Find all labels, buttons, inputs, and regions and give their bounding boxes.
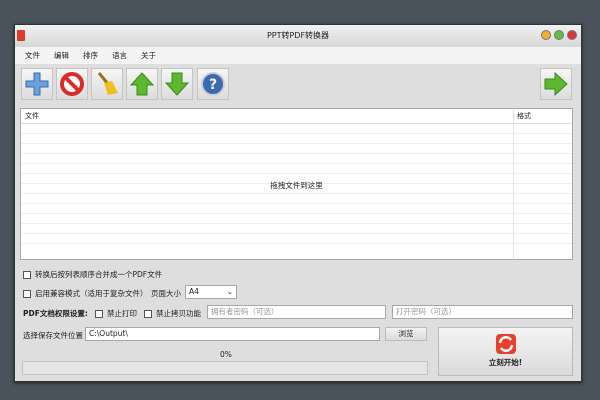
no-copy-checkbox[interactable] — [144, 309, 152, 318]
add-icon — [25, 72, 49, 96]
page-size-select[interactable]: A4 ⌄ — [185, 285, 237, 299]
move-down-button[interactable] — [161, 68, 193, 100]
output-location-label: 选择保存文件位置 — [23, 331, 83, 340]
arrow-up-icon — [129, 72, 155, 96]
app-window: PPT转PDF转换器 文件 编辑 排序 语言 关于 ? 文件 格式 拖拽文件到这… — [14, 24, 582, 382]
menu-edit[interactable]: 编辑 — [54, 47, 69, 64]
browse-button[interactable]: 浏览 — [385, 327, 427, 341]
compat-label: 启用兼容模式（适用于复杂文件） — [35, 289, 148, 298]
compat-checkbox[interactable] — [23, 289, 31, 298]
menu-sort[interactable]: 排序 — [83, 47, 98, 64]
column-file[interactable]: 文件 — [25, 109, 39, 124]
window-title: PPT转PDF转换器 — [266, 31, 330, 40]
no-copy-option[interactable]: 禁止拷贝功能 — [144, 308, 201, 319]
merge-label: 转换后按列表顺序合并成一个PDF文件 — [35, 270, 163, 279]
progress-text: 0% — [220, 350, 232, 359]
add-button[interactable] — [21, 68, 53, 100]
progress-bar — [22, 361, 428, 375]
page-size-label: 页面大小 — [151, 289, 181, 298]
no-print-option[interactable]: 禁止打印 — [95, 308, 137, 319]
broom-icon — [97, 72, 118, 95]
merge-checkbox[interactable] — [23, 270, 31, 279]
svg-text:?: ? — [209, 77, 217, 93]
maximize-button[interactable] — [554, 30, 564, 40]
arrow-right-icon — [544, 71, 568, 97]
merge-option[interactable]: 转换后按列表顺序合并成一个PDF文件 — [23, 269, 162, 280]
clear-button[interactable] — [91, 68, 123, 100]
app-icon — [17, 30, 25, 41]
permission-label: PDF文档权限设置: — [23, 309, 88, 318]
owner-password-input[interactable]: 拥有者密码（可选） — [207, 305, 386, 319]
no-copy-label: 禁止拷贝功能 — [156, 309, 201, 318]
chevron-down-icon: ⌄ — [226, 287, 233, 296]
menu-about[interactable]: 关于 — [141, 47, 156, 64]
move-up-button[interactable] — [126, 68, 158, 100]
close-button[interactable] — [567, 30, 577, 40]
remove-button[interactable] — [56, 68, 88, 100]
remove-icon — [60, 72, 84, 96]
arrow-down-icon — [164, 72, 190, 96]
output-path-input[interactable]: C:\Output\ — [85, 327, 380, 341]
toolbar: ? — [15, 64, 581, 104]
compat-option[interactable]: 启用兼容模式（适用于复杂文件） — [23, 288, 148, 299]
column-format[interactable]: 格式 — [517, 109, 531, 124]
convert-next-button[interactable] — [540, 68, 572, 100]
no-print-checkbox[interactable] — [95, 309, 103, 318]
refresh-icon — [495, 334, 516, 354]
menu-bar: 文件 编辑 排序 语言 关于 — [15, 47, 581, 64]
title-bar: PPT转PDF转换器 — [15, 25, 581, 47]
no-print-label: 禁止打印 — [107, 309, 137, 318]
open-password-input[interactable]: 打开密码（可选） — [392, 305, 573, 319]
drop-hint: 拖拽文件到这里 — [270, 181, 323, 190]
list-header: 文件 格式 — [21, 109, 572, 124]
start-label: 立刻开始! — [488, 358, 523, 367]
menu-file[interactable]: 文件 — [25, 47, 40, 64]
minimize-button[interactable] — [541, 30, 551, 40]
help-button[interactable]: ? — [197, 68, 229, 100]
help-icon: ? — [201, 72, 225, 96]
page-size-value: A4 — [189, 287, 199, 296]
menu-language[interactable]: 语言 — [112, 47, 127, 64]
start-button[interactable]: 立刻开始! — [438, 327, 573, 376]
file-list[interactable]: 文件 格式 拖拽文件到这里 — [20, 108, 573, 260]
